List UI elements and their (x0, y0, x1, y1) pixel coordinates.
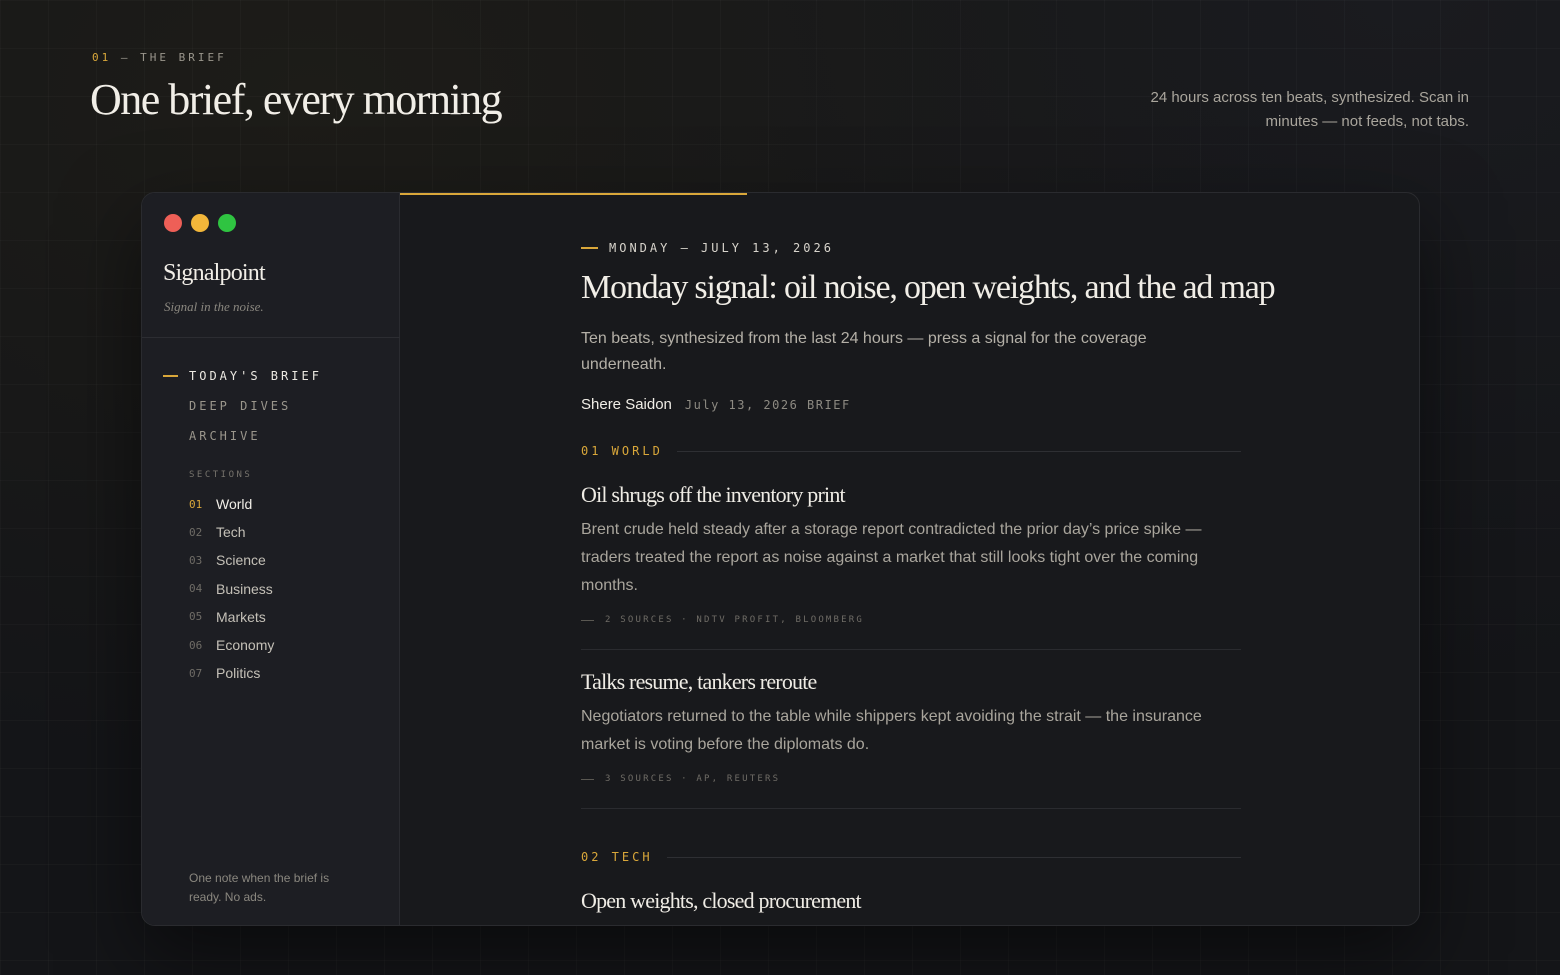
byline: Shere Saidon July 13, 2026 BRIEF (581, 396, 851, 413)
primary-nav: TODAY'S BRIEF DEEP DIVES ARCHIVE (142, 361, 400, 451)
section-item-business[interactable]: 04 Business (189, 575, 274, 603)
sidebar: Signalpoint Signal in the noise. TODAY'S… (142, 193, 400, 925)
section-number: 07 (189, 666, 203, 680)
dateline-text: MONDAY — JULY 13, 2026 (609, 241, 834, 255)
story-title[interactable]: Open weights, closed procurement (581, 888, 1241, 914)
sidebar-footer-note: One note when the brief is ready. No ads… (189, 871, 330, 904)
story-sources[interactable]: 2 SOURCES · NDTV PROFIT, BLOOMBERG (581, 615, 1241, 625)
app-window: Signalpoint Signal in the noise. TODAY'S… (141, 192, 1420, 926)
dateline: MONDAY — JULY 13, 2026 (581, 241, 834, 255)
story-body: Negotiators returned to the table while … (581, 708, 1202, 753)
section-item-tech[interactable]: 02 Tech (189, 518, 274, 546)
section-number: 05 (189, 610, 203, 624)
byline-meta: July 13, 2026 BRIEF (684, 398, 851, 412)
nav-item-deep-dives[interactable]: DEEP DIVES (142, 391, 400, 421)
sidebar-divider (142, 337, 400, 338)
section-item-markets[interactable]: 05 Markets (189, 603, 274, 631)
close-window-button[interactable] (164, 214, 182, 232)
story-body: Brent crude held steady after a storage … (581, 521, 1202, 594)
dateline-dash (581, 247, 598, 249)
brief-headline: Monday signal: oil noise, open weights, … (581, 269, 1276, 306)
page-kicker: 01 — THE BRIEF (92, 51, 227, 64)
story-divider (581, 808, 1241, 809)
author-name[interactable]: Shere Saidon (581, 396, 672, 413)
brand-tagline: Signal in the noise. (164, 299, 264, 314)
section-label: World (216, 496, 253, 513)
sections-label: SECTIONS (189, 470, 253, 480)
section-item-politics[interactable]: 07 Politics (189, 659, 274, 687)
sources-text: 3 SOURCES · AP, REUTERS (605, 774, 781, 784)
minimize-window-button[interactable] (191, 214, 209, 232)
nav-item-label: ARCHIVE (189, 429, 261, 443)
nav-item-label: DEEP DIVES (189, 399, 292, 413)
section-label: Politics (216, 665, 261, 682)
story-divider (581, 649, 1241, 650)
section-header-label: 02 TECH (581, 850, 653, 864)
section-label: Economy (216, 637, 275, 654)
brand-name: Signalpoint (163, 260, 266, 286)
nav-item-todays-brief[interactable]: TODAY'S BRIEF (142, 361, 400, 391)
section-number: 02 (189, 525, 203, 539)
sources-dash (581, 619, 594, 621)
section-number: 04 (189, 582, 203, 596)
section-number: 01 (189, 497, 203, 511)
page-kicker-text: — THE BRIEF (111, 51, 227, 64)
section-item-economy[interactable]: 06 Economy (189, 631, 274, 659)
nav-item-label: TODAY'S BRIEF (189, 369, 322, 383)
sources-text: 2 SOURCES · NDTV PROFIT, BLOOMBERG (605, 615, 865, 625)
maximize-window-button[interactable] (218, 214, 236, 232)
active-indicator (163, 375, 178, 377)
story-card[interactable]: Talks resume, tankers reroute Negotiator… (581, 669, 1241, 784)
section-header-tech: 02 TECH (581, 850, 1241, 864)
story-card[interactable]: Open weights, closed procurement (581, 888, 1241, 914)
section-number: 03 (189, 553, 203, 567)
brief-content: MONDAY — JULY 13, 2026 Monday signal: oi… (581, 193, 1276, 925)
section-label: Business (216, 580, 273, 597)
window-controls (164, 214, 236, 232)
story-sources[interactable]: 3 SOURCES · AP, REUTERS (581, 774, 1241, 784)
story-title[interactable]: Talks resume, tankers reroute (581, 669, 1241, 695)
page-subtitle: 24 hours across ten beats, synthesized. … (1150, 89, 1469, 130)
section-header-world: 01 WORLD (581, 444, 1241, 458)
section-list: 01 World 02 Tech 03 Science 04 Business … (189, 490, 274, 687)
section-item-world[interactable]: 01 World (189, 490, 274, 518)
section-item-science[interactable]: 03 Science (189, 546, 274, 574)
sources-dash (581, 778, 594, 780)
section-header-rule (676, 450, 1241, 452)
section-label: Science (216, 552, 266, 569)
section-header-rule (666, 856, 1241, 858)
story-title[interactable]: Oil shrugs off the inventory print (581, 482, 1241, 508)
section-label: Tech (216, 524, 246, 541)
section-header-label: 01 WORLD (581, 444, 663, 458)
page-kicker-number: 01 (92, 51, 112, 64)
nav-item-archive[interactable]: ARCHIVE (142, 421, 400, 451)
brief-dek: Ten beats, synthesized from the last 24 … (581, 330, 1147, 373)
section-number: 06 (189, 638, 203, 652)
page-title: One brief, every morning (90, 75, 503, 124)
section-label: Markets (216, 608, 266, 625)
story-card[interactable]: Oil shrugs off the inventory print Brent… (581, 482, 1241, 625)
